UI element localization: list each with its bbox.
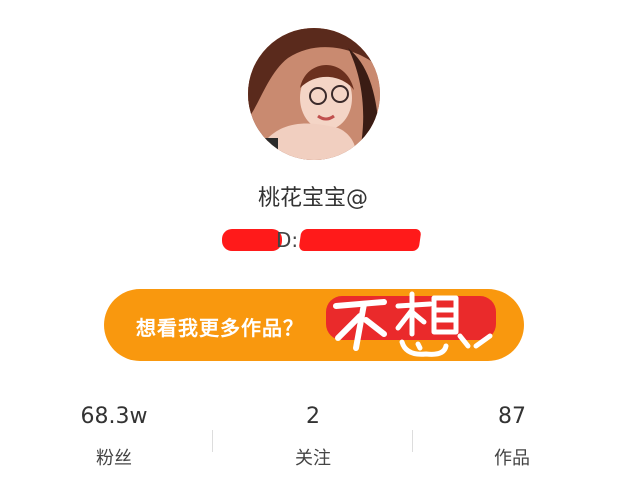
stat-value: 2 (306, 404, 320, 429)
user-id-row: D: (222, 226, 422, 254)
stat-label: 作品 (494, 448, 530, 469)
redaction-mark (298, 229, 422, 251)
stat-followers[interactable]: 68.3w 粉丝 (54, 400, 174, 470)
stat-value: 68.3w (80, 404, 148, 429)
username: 桃花宝宝@ (257, 186, 368, 211)
divider (412, 430, 413, 452)
stat-value: 87 (498, 404, 526, 429)
stat-label: 粉丝 (96, 448, 132, 469)
handwritten-no-annotation (333, 291, 493, 357)
stat-works[interactable]: 87 作品 (452, 400, 572, 470)
avatar[interactable] (248, 28, 380, 160)
redaction-mark (222, 229, 282, 251)
divider (212, 430, 213, 452)
stat-label: 关注 (295, 448, 331, 469)
avatar-photo-icon (248, 28, 380, 160)
stat-following[interactable]: 2 关注 (253, 400, 373, 470)
stats-row: 68.3w 粉丝 2 关注 87 作品 (0, 400, 626, 480)
more-works-label: 想看我更多作品？ (136, 316, 304, 340)
user-id-label: D: (276, 228, 299, 252)
